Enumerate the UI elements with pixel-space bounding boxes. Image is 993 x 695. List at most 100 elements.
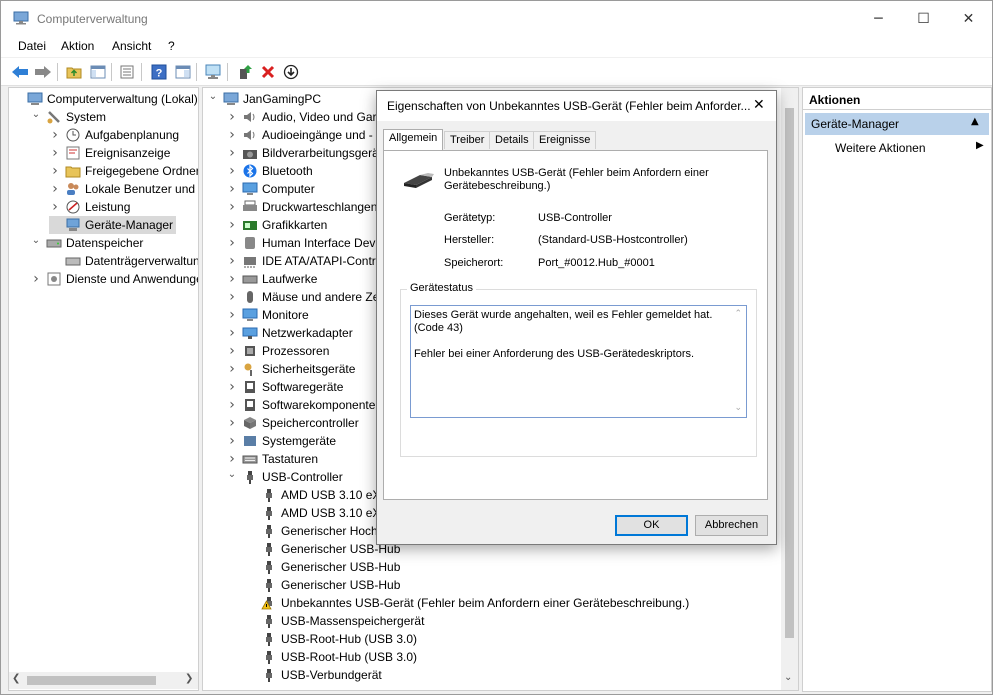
nav-tree-item[interactable]: › Leistung xyxy=(49,198,130,216)
device-scroll-thumb[interactable] xyxy=(785,108,794,638)
device-tree-item[interactable]: › Mäuse und andere Ze xyxy=(226,288,379,306)
chevron-down-icon[interactable]: ⌄ xyxy=(226,469,238,480)
nav-tree-item[interactable]: Datenträgerverwaltung xyxy=(49,252,198,270)
tab-ereignisse[interactable]: Ereignisse xyxy=(533,131,597,149)
scan-hardware-button[interactable] xyxy=(203,62,223,82)
menu-ansicht[interactable]: Ansicht xyxy=(112,39,151,53)
device-tree-item[interactable]: › Human Interface Dev xyxy=(226,234,375,252)
device-tree-item[interactable]: ⌄ JanGamingPC xyxy=(207,90,321,108)
device-tree-item[interactable]: USB-Verbundgerät xyxy=(245,666,382,684)
chevron-right-icon[interactable]: › xyxy=(226,325,238,341)
device-tree-item[interactable]: Generischer Hoch xyxy=(245,522,378,540)
nav-tree-item[interactable]: Geräte-Manager xyxy=(49,216,177,234)
device-tree-item[interactable]: USB-Root-Hub (USB 3.0) xyxy=(245,630,417,648)
nav-horizontal-scrollbar[interactable]: ❮ ❯ xyxy=(9,672,198,689)
device-tree-item[interactable]: AMD USB 3.10 eXt xyxy=(245,486,384,504)
menu-aktion[interactable]: Aktion xyxy=(61,39,94,53)
nav-tree-item[interactable]: › Dienste und Anwendungen xyxy=(30,270,198,288)
device-tree-item[interactable]: › Druckwarteschlangen xyxy=(226,198,377,216)
forward-button[interactable] xyxy=(33,62,53,82)
chevron-right-icon[interactable]: › xyxy=(226,307,238,323)
properties-view-button[interactable] xyxy=(173,62,193,82)
tab-details[interactable]: Details xyxy=(489,131,535,149)
chevron-right-icon[interactable]: › xyxy=(226,181,238,197)
device-tree-item[interactable]: Generischer USB-Hub xyxy=(245,576,400,594)
menu-datei[interactable]: Datei xyxy=(18,39,46,53)
actions-more-item[interactable]: Weitere Aktionen ▶ xyxy=(805,138,989,158)
chevron-right-icon[interactable]: › xyxy=(226,127,238,143)
nav-tree-item[interactable]: Computerverwaltung (Lokal) xyxy=(11,90,198,108)
ok-button[interactable]: OK xyxy=(615,515,688,536)
chevron-right-icon[interactable]: › xyxy=(49,181,61,197)
uninstall-device-button[interactable] xyxy=(258,62,278,82)
device-tree-item[interactable]: › Bildverarbeitungsgerä xyxy=(226,144,379,162)
close-button[interactable]: ✕ xyxy=(946,5,991,33)
device-tree-item[interactable]: › Speichercontroller xyxy=(226,414,359,432)
chevron-right-icon[interactable]: › xyxy=(226,433,238,449)
nav-tree-item[interactable]: ⌄ System xyxy=(30,108,106,126)
device-tree-item[interactable]: › Sicherheitsgeräte xyxy=(226,360,355,378)
device-tree-item[interactable]: AMD USB 3.10 eXt xyxy=(245,504,384,522)
device-tree-item[interactable]: › Prozessoren xyxy=(226,342,329,360)
chevron-right-icon[interactable]: › xyxy=(226,199,238,215)
nav-scroll-thumb[interactable] xyxy=(27,676,156,685)
nav-tree-item[interactable]: ⌄ Datenspeicher xyxy=(30,234,144,252)
device-tree-item[interactable]: › Monitore xyxy=(226,306,309,324)
chevron-right-icon[interactable]: › xyxy=(49,127,61,143)
device-tree-item[interactable]: ⌄ USB-Controller xyxy=(226,468,343,486)
chevron-right-icon[interactable]: › xyxy=(226,271,238,287)
scroll-left-icon[interactable]: ❮ xyxy=(12,673,20,684)
chevron-down-icon[interactable]: ⌄ xyxy=(207,91,219,102)
chevron-right-icon[interactable]: › xyxy=(226,343,238,359)
device-tree-item[interactable]: › Laufwerke xyxy=(226,270,317,288)
textbox-scroll-down-icon[interactable]: ⌄ xyxy=(734,402,742,415)
tab-allgemein[interactable]: Allgemein xyxy=(383,129,444,150)
device-tree-item[interactable]: USB-Root-Hub (USB 3.0) xyxy=(245,648,417,666)
collapse-up-icon[interactable]: ▲ xyxy=(971,116,979,127)
chevron-right-icon[interactable]: › xyxy=(30,271,42,287)
nav-tree-item[interactable]: › Freigegebene Ordner xyxy=(49,162,198,180)
nav-tree-item[interactable]: › Lokale Benutzer und Gr xyxy=(49,180,198,198)
textbox-scroll-up-icon[interactable]: ⌃ xyxy=(734,308,742,321)
export-list-button[interactable] xyxy=(117,62,137,82)
device-tree-item[interactable]: › Audio, Video und Gar xyxy=(226,108,376,126)
console-tree-button[interactable] xyxy=(88,62,108,82)
cancel-button[interactable]: Abbrechen xyxy=(695,515,768,536)
device-tree-item[interactable]: › Softwarekomponente xyxy=(226,396,375,414)
back-button[interactable] xyxy=(10,62,30,82)
scroll-right-icon[interactable]: ❯ xyxy=(185,673,193,684)
chevron-right-icon[interactable]: › xyxy=(49,145,61,161)
device-tree-item[interactable]: › Grafikkarten xyxy=(226,216,327,234)
chevron-right-icon[interactable]: › xyxy=(49,199,61,215)
chevron-right-icon[interactable]: › xyxy=(226,109,238,125)
device-tree-item[interactable]: › Softwaregeräte xyxy=(226,378,343,396)
chevron-right-icon[interactable]: › xyxy=(226,145,238,161)
device-tree-item[interactable]: Unbekanntes USB-Gerät (Fehler beim Anfor… xyxy=(245,594,689,612)
chevron-right-icon[interactable]: › xyxy=(226,163,238,179)
device-tree-item[interactable]: › Bluetooth xyxy=(226,162,313,180)
chevron-right-icon[interactable]: › xyxy=(226,289,238,305)
chevron-right-icon[interactable]: › xyxy=(226,253,238,269)
chevron-right-icon[interactable]: › xyxy=(226,361,238,377)
device-tree-item[interactable]: USB-Massenspeichergerät xyxy=(245,612,424,630)
scroll-down-icon[interactable]: ⌄ xyxy=(784,672,792,683)
dialog-close-icon[interactable]: ✕ xyxy=(753,97,765,113)
device-tree-item[interactable]: › Tastaturen xyxy=(226,450,318,468)
nav-tree-item[interactable]: › Aufgabenplanung xyxy=(49,126,179,144)
device-tree-item[interactable]: › IDE ATA/ATAPI-Contr xyxy=(226,252,376,270)
device-tree-item[interactable]: Generischer USB-Hub xyxy=(245,558,400,576)
update-driver-button[interactable] xyxy=(235,62,255,82)
nav-tree-item[interactable]: › Ereignisanzeige xyxy=(49,144,170,162)
maximize-button[interactable]: ☐ xyxy=(901,5,946,33)
device-tree-item[interactable]: › Computer xyxy=(226,180,315,198)
device-tree-item[interactable]: › Netzwerkadapter xyxy=(226,324,353,342)
help-button[interactable]: ? xyxy=(149,62,169,82)
device-tree-item[interactable]: › Audioeingänge und - xyxy=(226,126,373,144)
chevron-down-icon[interactable]: ⌄ xyxy=(30,235,42,246)
disable-device-button[interactable] xyxy=(281,62,301,82)
chevron-right-icon[interactable]: › xyxy=(226,235,238,251)
up-folder-button[interactable] xyxy=(64,62,84,82)
device-vertical-scrollbar[interactable]: ⌄ xyxy=(781,88,798,690)
chevron-right-icon[interactable]: › xyxy=(226,415,238,431)
chevron-right-icon[interactable]: › xyxy=(226,379,238,395)
